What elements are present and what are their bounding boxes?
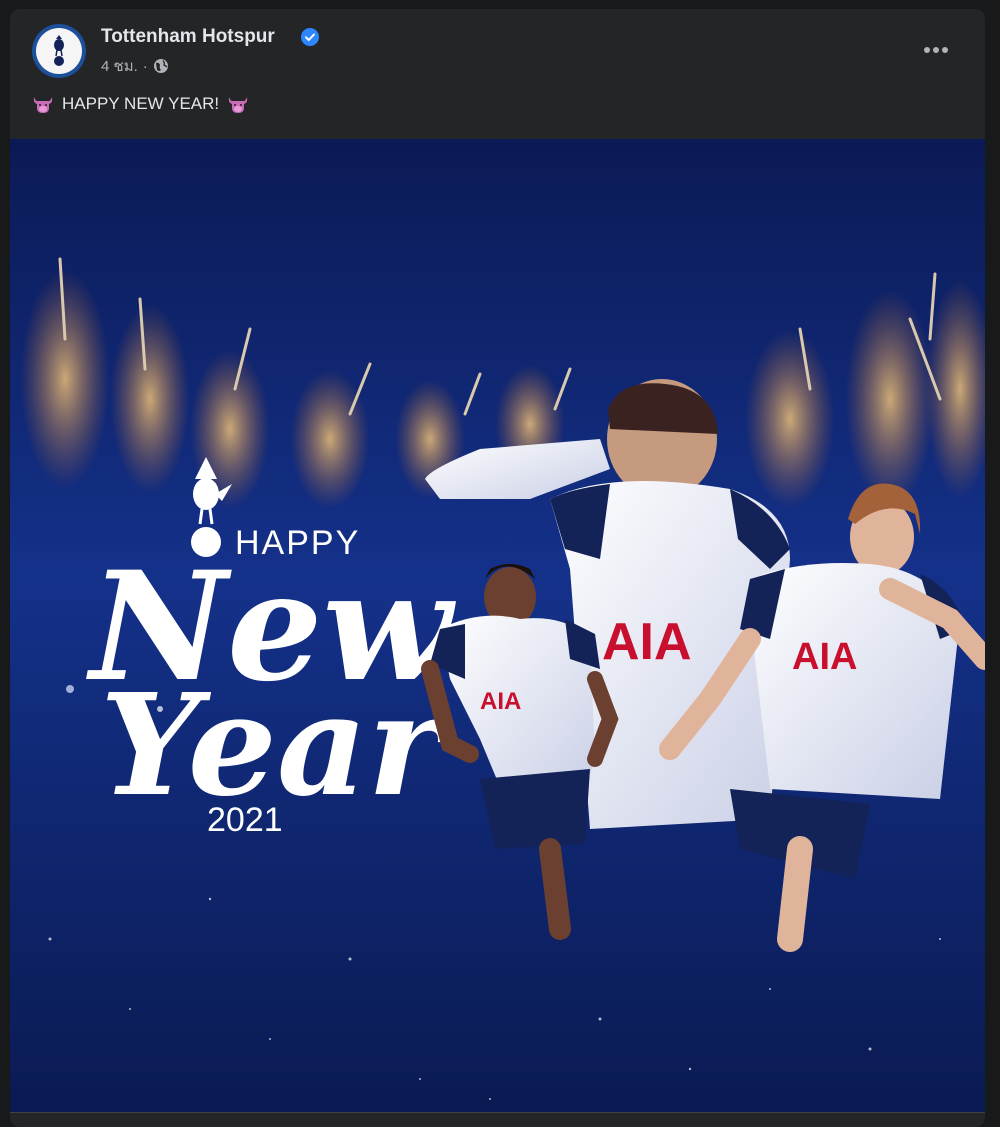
post-caption: HAPPY NEW YEAR! — [32, 94, 249, 114]
post-footer — [10, 1112, 985, 1127]
ox-emoji-icon — [33, 97, 53, 113]
verified-badge-icon — [301, 28, 319, 46]
post-image[interactable]: HAPPY New Year 2021 AIA AIA AIA — [10, 139, 985, 1112]
post-header: Tottenham Hotspur 4 ชม. · HAPPY NEW YEAR… — [10, 9, 985, 139]
page-avatar[interactable] — [32, 24, 86, 78]
jersey-sponsor-left: AIA — [480, 688, 521, 715]
facebook-post: Tottenham Hotspur 4 ชม. · HAPPY NEW YEAR… — [10, 9, 985, 1127]
ox-emoji-icon — [228, 97, 248, 113]
club-crest-icon — [36, 28, 82, 74]
caption-text: HAPPY NEW YEAR! — [62, 94, 220, 113]
globe-icon — [153, 59, 168, 73]
post-meta: 4 ชม. · — [101, 54, 169, 78]
jersey-sponsor-right: AIA — [792, 636, 857, 678]
jersey-sponsor-center: AIA — [602, 613, 692, 671]
more-options-button[interactable] — [916, 36, 956, 64]
post-timestamp[interactable]: 4 ชม. — [101, 54, 138, 78]
page-name-link[interactable]: Tottenham Hotspur — [101, 26, 275, 48]
more-horizontal-icon — [924, 47, 948, 53]
meta-separator: · — [142, 57, 148, 75]
image-text-2021: 2021 — [207, 801, 283, 839]
